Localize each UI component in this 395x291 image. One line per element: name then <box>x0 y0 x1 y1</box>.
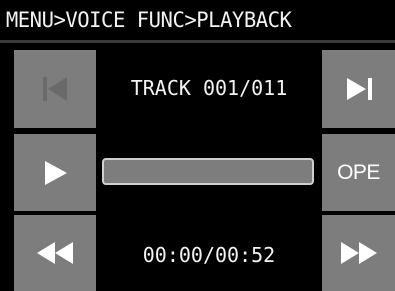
play-icon <box>45 160 67 185</box>
track-counter: TRACK 001/011 <box>130 76 288 100</box>
fast-forward-icon <box>340 242 377 264</box>
play-button[interactable] <box>14 134 96 211</box>
next-track-button[interactable] <box>322 50 395 128</box>
breadcrumb: MENU>VOICE FUNC>PLAYBACK <box>0 0 387 40</box>
rewind-icon <box>37 242 73 264</box>
operation-button-label: OPE <box>337 160 380 184</box>
playback-time: 00:00/00:52 <box>142 243 276 267</box>
fast-forward-button[interactable] <box>322 215 395 291</box>
skip-previous-icon <box>43 77 67 101</box>
operation-button[interactable]: OPE <box>322 134 395 211</box>
skip-next-icon <box>346 78 372 100</box>
rewind-button[interactable] <box>14 215 96 291</box>
playback-screen: MENU>VOICE FUNC>PLAYBACK TRACK 001/011 O… <box>0 0 395 291</box>
playback-progress-bar[interactable] <box>102 158 314 185</box>
header-divider <box>0 40 395 43</box>
previous-track-button[interactable] <box>14 50 96 128</box>
